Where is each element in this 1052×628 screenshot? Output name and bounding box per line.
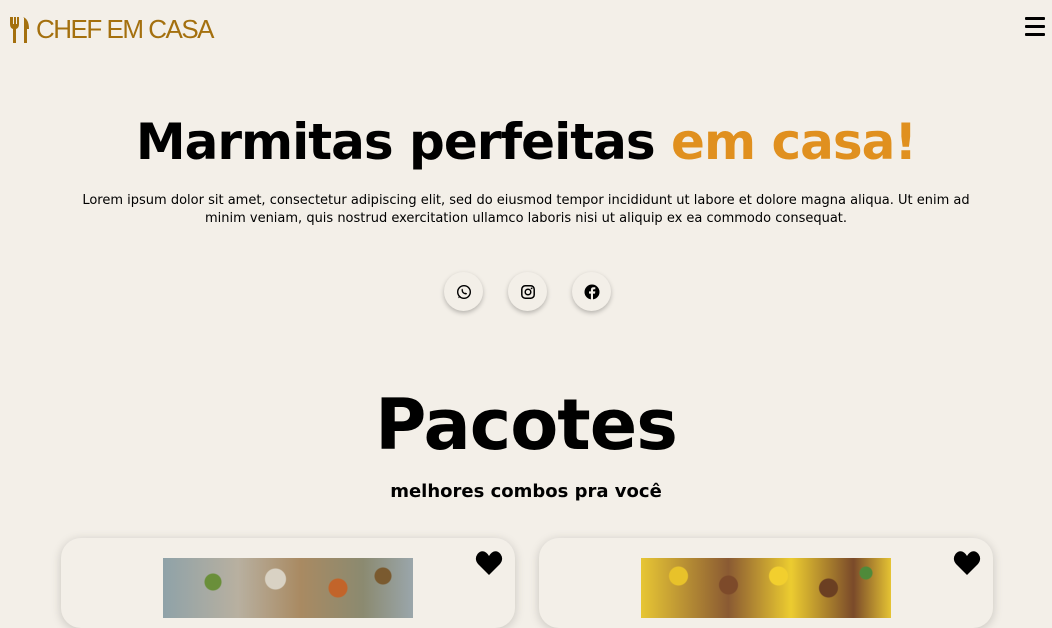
whatsapp-icon: [456, 284, 471, 299]
heart-icon[interactable]: [475, 550, 503, 576]
package-card[interactable]: [61, 538, 515, 628]
instagram-button[interactable]: [508, 272, 547, 311]
facebook-icon: [584, 284, 599, 300]
whatsapp-button[interactable]: [444, 272, 483, 311]
packages-subtitle: melhores combos pra você: [390, 481, 662, 502]
header: CHEF EM CASA: [0, 0, 1052, 60]
logo[interactable]: CHEF EM CASA: [8, 14, 215, 45]
hero-title-main: Marmitas perfeitas: [135, 113, 656, 171]
social-links: [444, 272, 611, 311]
hero: Marmitas perfeitas em casa! Lorem ipsum …: [0, 110, 1052, 228]
logo-text: CHEF EM CASA: [36, 14, 215, 44]
hero-description: Lorem ipsum dolor sit amet, consectetur …: [82, 193, 970, 226]
hero-title: Marmitas perfeitas em casa!: [0, 110, 1052, 174]
hero-title-accent: em casa!: [671, 113, 917, 171]
package-card[interactable]: [539, 538, 993, 628]
instagram-icon: [520, 284, 535, 299]
package-food-image: [163, 558, 413, 618]
heart-icon[interactable]: [953, 550, 981, 576]
hamburger-menu-icon[interactable]: [1025, 17, 1045, 37]
packages-title: Pacotes: [375, 384, 678, 466]
fork-knife-icon: [10, 16, 29, 43]
facebook-button[interactable]: [572, 272, 611, 311]
package-food-image: [641, 558, 891, 618]
